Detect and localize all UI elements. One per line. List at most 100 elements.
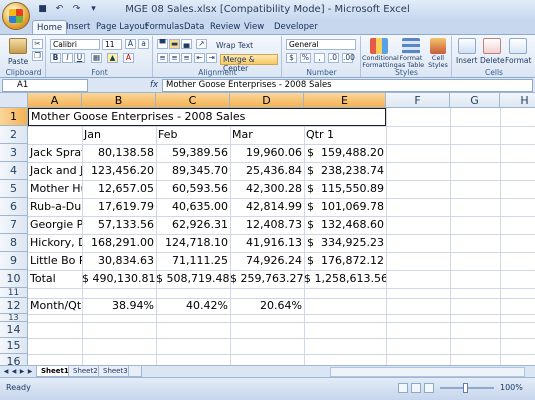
jan-value-cell[interactable]: 17,619.79 xyxy=(82,198,156,216)
select-all-corner[interactable] xyxy=(0,93,28,108)
company-name-cell[interactable]: Jack and Jil xyxy=(28,162,82,180)
mar-value-cell[interactable]: 19,960.06 xyxy=(230,144,304,162)
align-left-icon[interactable]: ≡ xyxy=(157,53,168,63)
underline-icon[interactable]: U xyxy=(74,53,85,63)
format-as-table-button[interactable]: Format as Table xyxy=(396,55,426,69)
pct-jan-cell[interactable]: 38.94% xyxy=(82,298,156,314)
company-name-cell[interactable]: Jack Sprat xyxy=(28,144,82,162)
align-center-icon[interactable]: ≡ xyxy=(169,53,180,63)
comma-style-icon[interactable]: , xyxy=(314,53,325,63)
orientation-icon[interactable]: ↗ xyxy=(196,39,207,49)
bold-icon[interactable]: B xyxy=(50,53,61,63)
mar-value-cell[interactable]: 25,436.84 xyxy=(230,162,304,180)
mar-value-cell[interactable]: 12,408.73 xyxy=(230,216,304,234)
cut-icon[interactable]: ✂ xyxy=(32,39,43,49)
row-header-10[interactable]: 10 xyxy=(0,270,28,288)
insert-function-icon[interactable]: fx xyxy=(150,79,158,92)
align-right-icon[interactable]: ≡ xyxy=(181,53,192,63)
mar-value-cell[interactable]: 41,916.13 xyxy=(230,234,304,252)
row-header-13[interactable]: 13 xyxy=(0,314,28,322)
format-button[interactable]: Format xyxy=(505,56,531,65)
mar-value-cell[interactable]: 42,300.28 xyxy=(230,180,304,198)
accounting-format-icon[interactable]: $ xyxy=(286,53,297,63)
save-icon[interactable]: ■ xyxy=(36,3,49,16)
decrease-decimal-icon[interactable]: .00 xyxy=(342,53,355,63)
fill-color-icon[interactable]: ▲ xyxy=(107,53,118,63)
page-break-view-icon[interactable] xyxy=(424,383,434,393)
total-feb-cell[interactable]: $ 508,719.48 xyxy=(156,270,230,288)
qtr1-value-cell[interactable]: 132,468.60 xyxy=(304,216,386,234)
row-header-9[interactable]: 9 xyxy=(0,252,28,270)
paste-icon[interactable] xyxy=(9,38,27,54)
font-size-select[interactable]: 11 xyxy=(102,39,122,50)
insert-sheet-icon[interactable] xyxy=(128,366,142,377)
align-bottom-icon[interactable]: ▄ xyxy=(181,39,192,49)
feb-value-cell[interactable]: 62,926.31 xyxy=(156,216,230,234)
conditional-formatting-button[interactable]: Conditional Formatting xyxy=(362,55,399,69)
row-header-3[interactable]: 3 xyxy=(0,144,28,162)
company-name-cell[interactable]: Georgie Pc xyxy=(28,216,82,234)
header-mar[interactable]: Mar xyxy=(230,126,304,144)
jan-value-cell[interactable]: 57,133.56 xyxy=(82,216,156,234)
customize-toolbar-icon[interactable]: ▾ xyxy=(87,3,100,16)
shrink-font-icon[interactable]: a xyxy=(138,39,149,49)
font-color-icon[interactable]: A xyxy=(123,53,134,63)
feb-value-cell[interactable]: 89,345.70 xyxy=(156,162,230,180)
sheet-title-cell[interactable]: Mother Goose Enterprises - 2008 Sales xyxy=(29,108,385,126)
office-button[interactable] xyxy=(2,2,30,30)
mar-value-cell[interactable]: 42,814.99 xyxy=(230,198,304,216)
row-header-14[interactable]: 14 xyxy=(0,322,28,338)
page-layout-view-icon[interactable] xyxy=(411,383,421,393)
header-feb[interactable]: Feb xyxy=(156,126,230,144)
undo-icon[interactable]: ↶ xyxy=(53,3,66,16)
name-box[interactable]: A1 xyxy=(2,79,88,92)
first-sheet-icon[interactable]: ◀ xyxy=(2,367,10,376)
borders-icon[interactable]: ▦ xyxy=(91,53,102,63)
jan-value-cell[interactable]: 12,657.05 xyxy=(82,180,156,198)
redo-icon[interactable]: ↷ xyxy=(70,3,83,16)
tab-insert[interactable]: Insert xyxy=(62,20,94,34)
row-header-11[interactable]: 11 xyxy=(0,288,28,298)
pct-feb-cell[interactable]: 40.42% xyxy=(156,298,230,314)
zoom-level[interactable]: 100% xyxy=(500,383,523,392)
jan-value-cell[interactable]: 80,138.58 xyxy=(82,144,156,162)
total-qtr1-cell[interactable]: $ 1,258,613.56 xyxy=(304,270,386,288)
total-label-cell[interactable]: Total xyxy=(28,270,82,288)
company-name-cell[interactable]: Rub-a-Dub xyxy=(28,198,82,216)
qtr1-value-cell[interactable]: 101,069.78 xyxy=(304,198,386,216)
row-header-12[interactable]: 12 xyxy=(0,298,28,314)
last-sheet-icon[interactable]: ▶ xyxy=(26,367,34,376)
prev-sheet-icon[interactable]: ◀ xyxy=(10,367,18,376)
increase-indent-icon[interactable]: ⇥ xyxy=(206,53,217,63)
total-jan-cell[interactable]: $ 490,130.81 xyxy=(82,270,156,288)
paste-button[interactable]: Paste xyxy=(8,57,28,66)
grow-font-icon[interactable]: A xyxy=(125,39,136,49)
number-format-select[interactable]: General xyxy=(286,39,356,50)
normal-view-icon[interactable] xyxy=(398,383,408,393)
wrap-text-button[interactable]: Wrap Text xyxy=(216,41,253,50)
tab-view[interactable]: View xyxy=(240,20,268,34)
formula-input[interactable]: Mother Goose Enterprises - 2008 Sales xyxy=(162,79,533,92)
qtr1-value-cell[interactable]: 334,925.23 xyxy=(304,234,386,252)
pct-mar-cell[interactable]: 20.64% xyxy=(230,298,304,314)
qtr1-value-cell[interactable]: 238,238.74 xyxy=(304,162,386,180)
row-header-8[interactable]: 8 xyxy=(0,234,28,252)
row-header-6[interactable]: 6 xyxy=(0,198,28,216)
tab-data[interactable]: Data xyxy=(180,20,208,34)
zoom-slider-thumb[interactable] xyxy=(463,383,468,393)
row-header-7[interactable]: 7 xyxy=(0,216,28,234)
row-header-4[interactable]: 4 xyxy=(0,162,28,180)
month-qtr-label-cell[interactable]: Month/Qtr xyxy=(28,298,82,314)
horizontal-scrollbar[interactable] xyxy=(330,367,525,377)
jan-value-cell[interactable]: 168,291.00 xyxy=(82,234,156,252)
feb-value-cell[interactable]: 71,111.25 xyxy=(156,252,230,270)
tab-developer[interactable]: Developer xyxy=(270,20,322,34)
font-name-select[interactable]: Calibri xyxy=(50,39,100,50)
row-header-15[interactable]: 15 xyxy=(0,338,28,354)
company-name-cell[interactable]: Little Bo Pe xyxy=(28,252,82,270)
total-mar-cell[interactable]: $ 259,763.27 xyxy=(230,270,304,288)
qtr1-value-cell[interactable]: 159,488.20 xyxy=(304,144,386,162)
insert-button[interactable]: Insert xyxy=(456,56,478,65)
row-header-2[interactable]: 2 xyxy=(0,126,28,144)
delete-button[interactable]: Delete xyxy=(480,56,505,65)
